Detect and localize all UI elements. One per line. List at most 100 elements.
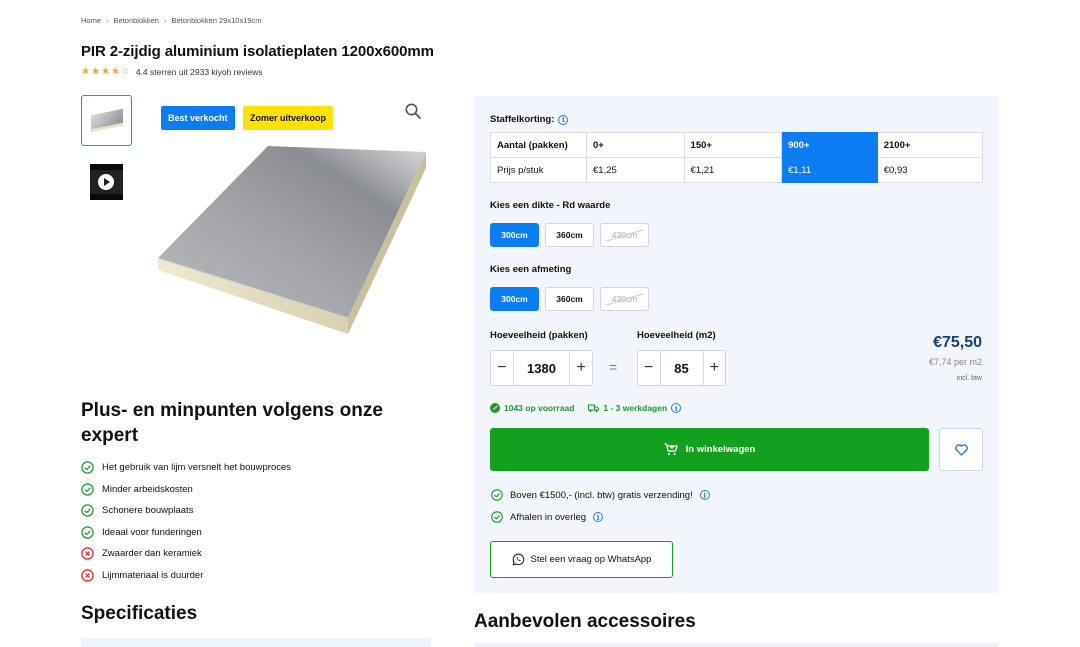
equals-sign: = [609, 359, 618, 375]
staffel-header-label: Aantal (pakken) [490, 132, 587, 158]
stock-available: ✓ 1043 op voorraad [490, 403, 574, 413]
video-thumbnail-icon [90, 164, 123, 200]
check-circle-icon [491, 511, 503, 523]
staffel-price: €0,93 [876, 157, 984, 183]
breadcrumb-current[interactable]: Betonblokken 29x10x19cm [171, 16, 261, 25]
add-to-cart-button[interactable]: In winkelwagen [490, 428, 929, 471]
staffel-price: €1,25 [586, 157, 685, 183]
price-per-m2: €7,74 per m2 [928, 357, 982, 367]
thickness-options: 300cm 360cm 420cm [490, 223, 649, 247]
check-circle-icon [81, 526, 94, 539]
x-circle-icon [81, 547, 94, 560]
size-option-selected[interactable]: 300cm [490, 287, 539, 311]
plus-icon[interactable]: + [570, 351, 592, 385]
packs-stepper: − 1380 + [490, 350, 593, 386]
size-options: 300cm 360cm 420cm [490, 287, 649, 311]
pros-cons-text: Ideaal voor funderingen [102, 526, 202, 538]
pros-cons-text: Het gebruik van lijm versnelt het bouwpr… [102, 462, 292, 474]
play-icon [98, 174, 114, 190]
size-option[interactable]: 360cm [545, 287, 594, 311]
pros-cons-list: Het gebruik van lijm versnelt het bouwpr… [81, 457, 291, 586]
whatsapp-label: Stel een vraag op WhatsApp [530, 554, 652, 565]
thickness-label: Kies een dikte - Rd waarde [490, 200, 611, 211]
minus-icon[interactable]: − [491, 351, 513, 385]
star-half-icon: ☆ [120, 66, 130, 77]
breadcrumb-home[interactable]: Home [81, 16, 101, 25]
star-icon: ★ [100, 66, 110, 77]
thickness-option[interactable]: 360cm [545, 223, 594, 247]
check-circle-icon [81, 483, 94, 496]
info-icon[interactable]: i [558, 114, 569, 125]
breadcrumb: Home › Betonblokken › Betonblokken 29x10… [81, 16, 262, 25]
info-icon[interactable]: i [671, 403, 682, 413]
accessories-title: Aanbevolen accessoires [474, 611, 696, 632]
breadcrumb-separator: › [106, 16, 109, 25]
x-circle-icon [81, 569, 94, 582]
staffel-tier[interactable]: 150+ [683, 132, 783, 158]
star-icon: ★ [110, 66, 120, 77]
staffel-label-text: Staffelkorting: [490, 114, 555, 125]
perk-free-shipping: Boven €1500,- (incl. btw) gratis verzend… [491, 489, 710, 501]
size-option-disabled: 420cm [600, 287, 649, 311]
staffel-price: €1,21 [683, 157, 783, 183]
m2-stepper: − 85 + [637, 350, 726, 386]
star-rating-icon: ★ ★ ★ ★ ☆ [81, 67, 130, 77]
packs-label: Hoeveelheid (pakken) [490, 330, 588, 341]
check-icon: ✓ [490, 403, 500, 413]
rating[interactable]: ★ ★ ★ ★ ☆ 4.4 sterren uit 2933 kiyoh rev… [81, 67, 263, 78]
minus-icon[interactable]: − [638, 351, 660, 385]
thickness-option-selected[interactable]: 300cm [490, 223, 539, 247]
staffel-price-active: €1,11 [781, 157, 878, 183]
rating-text: 4.4 sterren uit 2933 kiyoh reviews [135, 67, 263, 77]
pro-item: Ideaal voor funderingen [81, 522, 291, 544]
specs-title: Specificaties [81, 603, 198, 624]
size-label: Kies een afmeting [490, 264, 572, 275]
truck-icon [588, 404, 600, 412]
check-circle-icon [81, 461, 94, 474]
wishlist-button[interactable] [939, 428, 983, 471]
pro-item: Minder arbeidskosten [81, 479, 291, 501]
con-item: Lijmmateriaal is duurder [81, 565, 291, 587]
search-icon[interactable] [404, 102, 422, 120]
delivery-text: 1 - 3 werkdagen [603, 403, 668, 413]
pros-cons-text: Schonere bouwplaats [102, 505, 194, 517]
plus-icon[interactable]: + [704, 351, 726, 385]
staffel-table: Aantal (pakken) 0+ 150+ 900+ 2100+ Prijs… [490, 132, 984, 183]
whatsapp-button[interactable]: Stel een vraag op WhatsApp [490, 541, 673, 578]
pros-cons-text: Zwaarder dan keramiek [102, 548, 202, 560]
accessories-list [474, 643, 999, 647]
thumbnail-image[interactable] [81, 95, 132, 146]
pro-item: Schonere bouwplaats [81, 500, 291, 522]
cart-add-icon [664, 443, 678, 456]
con-item: Zwaarder dan keramiek [81, 543, 291, 565]
stock-available-text: 1043 op voorraad [504, 403, 575, 413]
badge-summer-sale: Zomer uitverkoop [243, 106, 334, 130]
packs-input[interactable]: 1380 [512, 351, 571, 385]
add-to-cart-label: In winkelwagen [685, 444, 756, 455]
thickness-option-disabled: 420cm [600, 223, 649, 247]
perk-text: Afhalen in overleg [510, 511, 587, 523]
specs-table [81, 638, 431, 647]
staffel-tier[interactable]: 0+ [586, 132, 685, 158]
pros-cons-title: Plus- en minpunten volgens onze expert [81, 400, 383, 446]
m2-label: Hoeveelheid (m2) [637, 330, 716, 341]
heart-icon [954, 443, 968, 456]
staffel-label: Staffelkorting: i [490, 114, 569, 125]
perk-text: Boven €1500,- (incl. btw) gratis verzend… [510, 489, 693, 501]
product-thumbnail-icon [91, 108, 123, 130]
staffel-price-label: Prijs p/stuk [490, 157, 587, 183]
m2-input[interactable]: 85 [659, 351, 704, 385]
staffel-tier[interactable]: 2100+ [876, 132, 984, 158]
info-icon[interactable]: i [699, 490, 710, 500]
product-image[interactable] [150, 128, 430, 348]
star-icon: ★ [81, 66, 90, 77]
product-title: PIR 2-zijdig aluminium isolatieplaten 12… [81, 43, 434, 60]
stock-info: ✓ 1043 op voorraad 1 - 3 werkdagen i [490, 403, 682, 413]
thumbnail-video[interactable] [81, 160, 132, 211]
price-incl-btw: incl. btw [956, 375, 982, 382]
breadcrumb-category[interactable]: Betonblokken [114, 16, 159, 25]
info-icon[interactable]: i [593, 512, 604, 522]
breadcrumb-separator: › [163, 16, 167, 25]
staffel-tier-active[interactable]: 900+ [781, 132, 878, 158]
pro-item: Het gebruik van lijm versnelt het bouwpr… [81, 457, 291, 479]
